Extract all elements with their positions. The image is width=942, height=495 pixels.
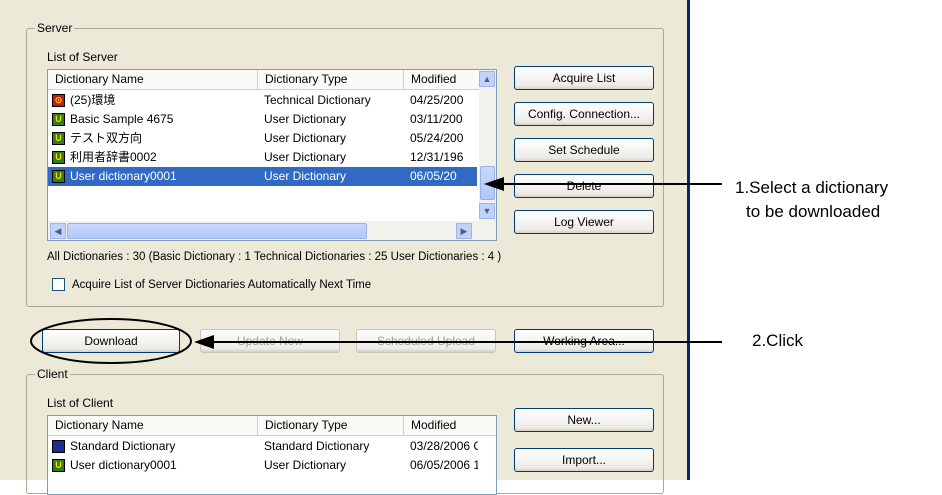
download-highlight-ellipse <box>30 318 192 364</box>
step2-arrowhead <box>194 335 214 349</box>
callout-overlay <box>30 177 722 364</box>
step1-annotation-line2: to be downloaded <box>746 202 881 221</box>
step1-annotation-line1: 1.Select a dictionary <box>735 178 889 197</box>
step2-annotation: 2.Click <box>752 331 804 350</box>
step1-arrowhead <box>484 177 504 191</box>
